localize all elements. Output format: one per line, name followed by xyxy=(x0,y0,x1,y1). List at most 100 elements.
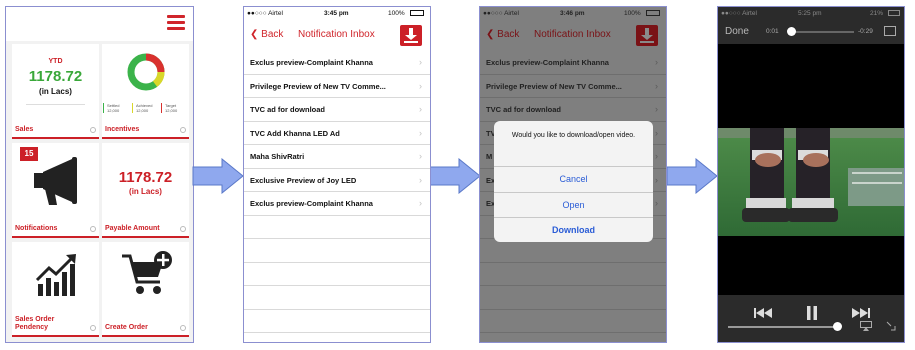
chevron-right-icon: › xyxy=(655,127,658,138)
ytd-label: YTD xyxy=(48,58,63,65)
download-button[interactable] xyxy=(636,25,658,46)
legend-achieved: Achieved 12,000 xyxy=(132,103,157,113)
airplay-icon[interactable] xyxy=(860,321,872,331)
nav-bar: ❮ Back Notification Inbox xyxy=(480,20,666,51)
pause-icon[interactable] xyxy=(806,306,818,320)
page-title: Notification Inbox xyxy=(534,29,611,40)
empty-row xyxy=(480,239,666,263)
aspect-ratio-icon[interactable] xyxy=(884,26,896,36)
megaphone-icon xyxy=(34,157,77,205)
battery-percent: 100% xyxy=(624,10,641,17)
info-icon[interactable] xyxy=(90,127,96,133)
list-item[interactable]: Exclus preview-Complaint Khanna › xyxy=(244,192,430,216)
list-item[interactable]: Privilege Preview of New TV Comme... › xyxy=(480,75,666,98)
playback-scrubber[interactable] xyxy=(786,27,854,36)
status-bar: ●●○○○ Airtel 3:45 pm 100% xyxy=(244,7,430,20)
create-order-tile[interactable]: Create Order xyxy=(102,242,189,337)
rewind-icon[interactable] xyxy=(754,308,774,318)
download-option-button[interactable]: Download xyxy=(494,217,653,242)
incentives-tile[interactable]: Settled 12,000 Achieved 12,000 Target 12,00… xyxy=(102,44,189,139)
list-item[interactable]: TVC ad for download › xyxy=(480,98,666,122)
page-title: Notification Inbox xyxy=(298,29,375,40)
empty-row xyxy=(244,216,430,239)
empty-row xyxy=(480,286,666,310)
status-bar: ●●○○○ Airtel 3:46 pm 100% xyxy=(480,7,666,20)
list-item[interactable]: TVC ad for download › xyxy=(244,98,430,122)
list-item[interactable]: Maha ShivRatri › xyxy=(244,145,430,169)
chevron-right-icon: › xyxy=(419,104,422,114)
list-item[interactable]: Privilege Preview of New TV Comme... › xyxy=(244,75,430,98)
info-icon[interactable] xyxy=(90,325,96,331)
info-icon[interactable] xyxy=(90,226,96,232)
legend-settled: Settled 12,000 xyxy=(103,103,128,113)
chevron-right-icon: › xyxy=(419,151,422,161)
volume-knob[interactable] xyxy=(832,322,842,331)
payable-unit: (in Lacs) xyxy=(129,187,162,196)
download-button[interactable] xyxy=(400,25,422,46)
notifications-label: Notifications xyxy=(15,225,58,232)
volume-slider[interactable] xyxy=(728,322,842,331)
empty-row xyxy=(244,286,430,310)
back-label: Back xyxy=(261,29,284,40)
clock: 3:46 pm xyxy=(560,10,585,17)
payable-amount-label: Payable Amount xyxy=(105,225,160,232)
clock: 5:25 pm xyxy=(798,10,822,17)
fast-forward-icon[interactable] xyxy=(850,308,870,318)
list-item[interactable]: Exclus preview-Complaint Khanna › xyxy=(244,51,430,75)
info-icon[interactable] xyxy=(180,325,186,331)
chevron-right-icon: › xyxy=(655,104,658,114)
chevron-right-icon: › xyxy=(655,57,658,67)
chevron-right-icon: › xyxy=(655,151,658,161)
chevron-right-icon: › xyxy=(419,174,422,185)
empty-row xyxy=(244,310,430,333)
remaining-time: -0:29 xyxy=(858,28,873,35)
list-item[interactable]: Exclus preview-Complaint Khanna › xyxy=(480,51,666,75)
carrier-label: ●●○○○ Airtel xyxy=(483,10,519,17)
notification-inbox-screen: ●●○○○ Airtel 3:45 pm 100% ❮ Back Notific… xyxy=(243,6,431,343)
carrier-label: ●●○○○ Airtel xyxy=(247,10,283,17)
cancel-button[interactable]: Cancel xyxy=(494,166,653,192)
info-icon[interactable] xyxy=(180,127,186,133)
flow-arrow-icon xyxy=(192,158,244,194)
scrubber-knob[interactable] xyxy=(786,27,796,36)
sales-label: Sales xyxy=(15,126,34,133)
info-icon[interactable] xyxy=(180,226,186,232)
clock: 3:45 pm xyxy=(324,10,349,17)
nav-bar: ❮ Back Notification Inbox xyxy=(244,20,430,51)
chevron-right-icon: › xyxy=(419,80,422,91)
collapse-icon[interactable] xyxy=(886,321,896,331)
chevron-right-icon: › xyxy=(419,198,422,208)
back-button[interactable]: ❮ Back xyxy=(486,29,519,40)
back-button[interactable]: ❮ Back xyxy=(250,29,283,40)
sales-order-pendency-label: Sales Order Pendency xyxy=(15,316,55,331)
chevron-right-icon: › xyxy=(419,127,422,138)
chevron-right-icon: › xyxy=(655,80,658,91)
notifications-tile[interactable]: 15 Notifications xyxy=(12,143,99,238)
player-top-bar: Done 0:01 -0:29 xyxy=(718,20,904,44)
alert-message: Would you like to download/open video. xyxy=(511,132,636,139)
notification-list: Exclus preview-Complaint Khanna › Privile… xyxy=(244,51,430,333)
done-button[interactable]: Done xyxy=(725,26,749,37)
download-alert-screen: ●●○○○ Airtel 3:46 pm 100% ❮ Back Notific… xyxy=(479,6,667,343)
sales-tile[interactable]: YTD 1178.72 (in Lacs) Sales xyxy=(12,44,99,139)
open-button[interactable]: Open xyxy=(494,191,653,218)
battery-icon xyxy=(410,10,424,16)
list-item[interactable]: Exclusive Preview of Joy LED › xyxy=(244,169,430,192)
chevron-right-icon: › xyxy=(655,198,658,208)
top-bar xyxy=(6,7,193,41)
dashboard-screen: YTD 1178.72 (in Lacs) Sales Settled 12,00… xyxy=(5,6,194,343)
empty-row xyxy=(480,310,666,333)
list-item[interactable]: TVC Add Khanna LED Ad › xyxy=(244,122,430,145)
create-order-label: Create Order xyxy=(105,324,148,331)
empty-row xyxy=(244,239,430,263)
video-still-image xyxy=(718,128,904,236)
flow-arrow-icon xyxy=(666,158,718,194)
sales-order-pendency-tile[interactable]: Sales Order Pendency xyxy=(12,242,99,337)
incentives-label: Incentives xyxy=(105,126,140,133)
growth-chart-icon xyxy=(35,254,76,296)
menu-icon[interactable] xyxy=(167,15,185,31)
legend-target: Target 12,000 xyxy=(161,103,186,113)
battery-icon xyxy=(646,10,660,16)
payable-amount-tile[interactable]: 1178.72 (in Lacs) Payable Amount xyxy=(102,143,189,238)
chevron-right-icon: › xyxy=(419,57,422,67)
